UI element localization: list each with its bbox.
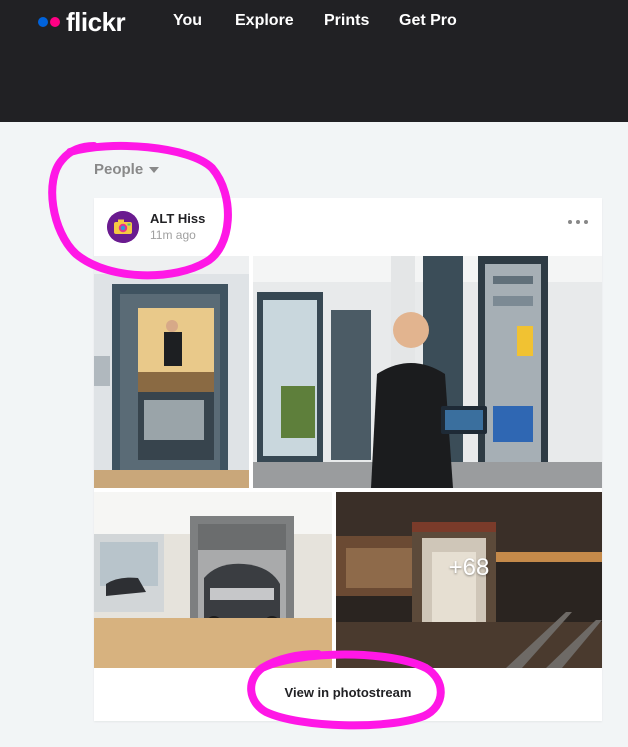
caret-down-icon <box>149 166 160 173</box>
photo-elevator-technician[interactable] <box>94 256 249 488</box>
flickr-logo[interactable]: flickr <box>38 7 126 37</box>
top-navigation-bar: flickr You Explore Prints Get Pro <box>0 0 628 122</box>
logo-blue-dot <box>38 17 48 27</box>
more-photos-count: +68 <box>448 554 490 581</box>
nav-you[interactable]: You <box>173 12 202 30</box>
more-options-icon[interactable] <box>568 217 588 227</box>
nav-get-pro[interactable]: Get Pro <box>399 12 457 30</box>
nav-explore[interactable]: Explore <box>235 12 294 30</box>
photo-station-night[interactable]: +68 <box>336 492 602 668</box>
avatar[interactable] <box>107 211 139 243</box>
activity-card: ALT Hiss 11m ago +68 View in photostream <box>94 198 602 721</box>
photo-car-elevator[interactable] <box>94 492 332 668</box>
photo-technician-laptop[interactable] <box>253 256 602 488</box>
user-name[interactable]: ALT Hiss <box>150 211 205 226</box>
people-filter-dropdown[interactable]: People <box>94 161 160 178</box>
nav-prints[interactable]: Prints <box>324 12 369 30</box>
view-in-photostream-link[interactable]: View in photostream <box>94 685 602 700</box>
people-filter-label: People <box>94 161 144 178</box>
camera-avatar-icon <box>107 211 139 243</box>
post-time: 11m ago <box>150 228 196 242</box>
logo-wordmark: flickr <box>66 7 126 37</box>
logo-pink-dot <box>50 17 60 27</box>
